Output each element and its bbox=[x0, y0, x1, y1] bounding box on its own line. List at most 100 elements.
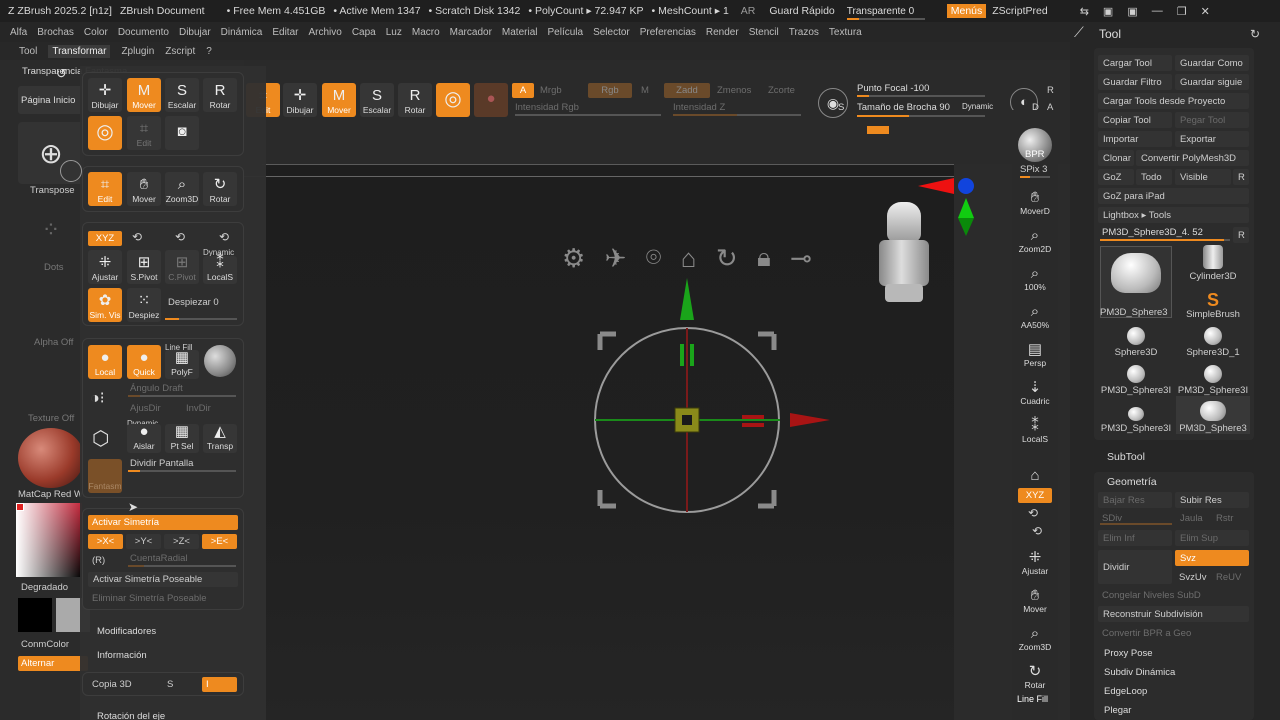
rotate-button[interactable]: R Rotar bbox=[398, 83, 432, 117]
delete-poseable-symmetry-button[interactable]: Eliminar Simetría Poseable bbox=[92, 593, 207, 604]
lock-view-button[interactable]: ⌂ bbox=[1018, 450, 1052, 484]
move-doc-button[interactable]: ✋︎ MoverD bbox=[1018, 182, 1052, 217]
s-pivot-button[interactable]: ⊞ S.Pivot bbox=[127, 250, 161, 284]
tool-panel-title[interactable]: Tool bbox=[1099, 27, 1121, 41]
palette-rotate-button[interactable]: R Rotar bbox=[203, 78, 237, 112]
brush-tool-icon[interactable]: ⟋ bbox=[1074, 24, 1084, 41]
rgb-intensity-label[interactable]: Intensidad Rgb bbox=[515, 102, 579, 113]
tool-r-button[interactable]: R bbox=[1233, 227, 1249, 243]
thumb-pm3d-b[interactable]: PM3D_Sphere3I bbox=[1176, 358, 1250, 396]
convert-bpr-button[interactable]: Convertir BPR a Geo bbox=[1102, 628, 1191, 639]
menu-brochas[interactable]: Brochas bbox=[37, 27, 74, 38]
thumb-cylinder[interactable]: Cylinder3D bbox=[1176, 244, 1250, 282]
x-axis-scale-handle-a[interactable] bbox=[742, 415, 764, 419]
view-adjust-button[interactable]: ⁜ Ajustar bbox=[1018, 542, 1052, 577]
refresh-tool-icon[interactable]: ↻ bbox=[1250, 27, 1260, 41]
tab-tool[interactable]: Tool bbox=[19, 46, 37, 57]
maximize-icon[interactable]: ❐ bbox=[1177, 5, 1187, 18]
menus-button[interactable]: Menús bbox=[946, 4, 987, 18]
focal-shift-slider[interactable] bbox=[857, 95, 985, 97]
copy-3d-input[interactable]: I bbox=[202, 677, 237, 692]
c-pivot-button[interactable]: ⊞ C.Pivot bbox=[165, 250, 199, 284]
smooth-button[interactable]: Svz bbox=[1175, 550, 1249, 566]
menu-capa[interactable]: Capa bbox=[352, 27, 376, 38]
y-axis-scale-handle-b[interactable] bbox=[690, 344, 694, 366]
x-axis-arrow[interactable] bbox=[790, 413, 830, 427]
axis-rotation-section[interactable]: Rotación del eje bbox=[97, 711, 165, 720]
menu-alfa[interactable]: Alfa bbox=[10, 27, 27, 38]
unlink-icon[interactable]: ⊸ bbox=[790, 243, 812, 274]
menu-macro[interactable]: Macro bbox=[412, 27, 440, 38]
line-fill-strip-label[interactable]: Line Fill bbox=[1017, 694, 1048, 704]
switch-color-label[interactable]: ConmColor bbox=[21, 639, 69, 650]
transpose-rotate-button[interactable]: ↻ Rotar bbox=[203, 172, 237, 206]
local-sym-button[interactable]: ⁑ LocalS bbox=[1018, 410, 1052, 445]
x-axis-scale-handle-b[interactable] bbox=[742, 423, 764, 427]
copy-tool-button[interactable]: Copiar Tool bbox=[1098, 112, 1172, 128]
view-zoom3d-button[interactable]: ⌕ Zoom3D bbox=[1018, 618, 1052, 653]
sdiv-slider[interactable] bbox=[1100, 523, 1172, 525]
view-rotate-button[interactable]: ↻ Rotar bbox=[1018, 656, 1052, 691]
gear-icon[interactable]: ⚙ bbox=[562, 243, 585, 274]
symmetry-x-toggle[interactable]: >X< bbox=[88, 534, 123, 549]
save-next-button[interactable]: Guardar siguie bbox=[1175, 74, 1249, 90]
color-picker[interactable] bbox=[16, 503, 82, 577]
thumb-pm3d-c[interactable]: PM3D_Sphere3I bbox=[1099, 396, 1173, 434]
axis-z-icon[interactable]: ⟲ bbox=[219, 230, 229, 244]
copy-3d-label[interactable]: Copia 3D bbox=[92, 679, 132, 690]
transpose-zoom-button[interactable]: ⌕ Zoom3D bbox=[165, 172, 199, 206]
menu-dinamica[interactable]: Dinámica bbox=[221, 27, 263, 38]
transpose-gizmo[interactable] bbox=[580, 270, 840, 520]
z-intensity-slider[interactable] bbox=[673, 114, 801, 116]
divide-button[interactable]: Dividir bbox=[1098, 550, 1172, 584]
menu-marcador[interactable]: Marcador bbox=[450, 27, 492, 38]
thumb-sphere3d-1[interactable]: Sphere3D_1 bbox=[1176, 320, 1250, 358]
adjust-dir-button[interactable]: AjusDir bbox=[130, 403, 161, 414]
goz-visible-button[interactable]: Visible bbox=[1175, 169, 1231, 185]
alternate-button[interactable]: Alternar bbox=[18, 656, 88, 671]
cage-button[interactable]: Jaula bbox=[1180, 513, 1203, 524]
ghost-button[interactable]: Fantasm bbox=[88, 459, 122, 493]
tool-slider[interactable] bbox=[1100, 239, 1230, 241]
palette-snapshot-button[interactable]: ◙ bbox=[165, 116, 199, 150]
gizmo-button[interactable]: ◎ bbox=[436, 83, 470, 117]
zsub-button[interactable]: Zmenos bbox=[717, 85, 751, 96]
actual-size-button[interactable]: ⌕ 100% bbox=[1018, 258, 1052, 293]
split-screen-label[interactable]: Dividir Pantalla bbox=[130, 458, 193, 469]
palette-scale-button[interactable]: S Escalar bbox=[165, 78, 199, 112]
lightbox-tools-button[interactable]: Lightbox ▸ Tools bbox=[1098, 207, 1249, 223]
local-symmetry-button[interactable]: ⁑ LocalS bbox=[203, 255, 237, 284]
grid-floor-sphere-icon[interactable] bbox=[204, 345, 236, 377]
rotate-y-icon[interactable]: ⟲ bbox=[1028, 506, 1038, 520]
quick-button[interactable]: ● Quick bbox=[127, 345, 161, 379]
transparency-slider[interactable]: Transparente 0 bbox=[846, 6, 925, 20]
radial-count-label[interactable]: CuentaRadial bbox=[130, 553, 188, 564]
menu-render[interactable]: Render bbox=[706, 27, 739, 38]
reconstruct-subdiv-button[interactable]: Reconstruir Subdivisión bbox=[1098, 606, 1249, 622]
zcut-button[interactable]: Zcorte bbox=[768, 85, 795, 96]
palette-edit-button[interactable]: ⌗ Edit bbox=[127, 116, 161, 150]
dots-stroke-icon[interactable]: ⁘ bbox=[18, 200, 84, 260]
dynamic-label[interactable]: Dynamic bbox=[962, 102, 993, 111]
import-button[interactable]: Importar bbox=[1098, 131, 1172, 147]
rgb-intensity-slider[interactable] bbox=[515, 114, 661, 116]
material-button[interactable]: ● bbox=[474, 83, 508, 117]
poseable-symmetry-button[interactable]: Activar Simetría Poseable bbox=[88, 572, 238, 587]
thumb-sphere3d[interactable]: Sphere3D bbox=[1099, 320, 1173, 358]
perspective-button[interactable]: ▤ Persp bbox=[1018, 334, 1052, 369]
geometry-title[interactable]: Geometría bbox=[1107, 476, 1157, 488]
tab-zplugin[interactable]: Zplugin bbox=[121, 46, 154, 57]
main-color-swatch[interactable] bbox=[18, 598, 52, 632]
zoom2d-button[interactable]: ⌕ Zoom2D bbox=[1018, 220, 1052, 255]
subtool-section[interactable]: SubTool bbox=[1107, 451, 1145, 463]
window-layout-icon[interactable]: ▣ bbox=[1103, 5, 1113, 18]
view-move-button[interactable]: ✋︎ Mover bbox=[1018, 580, 1052, 615]
paste-tool-button[interactable]: Pegar Tool bbox=[1175, 112, 1249, 128]
clone-button[interactable]: Clonar bbox=[1098, 150, 1134, 166]
arrows-icon[interactable]: ⇆ bbox=[1080, 5, 1089, 18]
explode-slider[interactable] bbox=[165, 318, 237, 320]
pin-icon[interactable]: ✈ bbox=[605, 243, 627, 274]
cube-icon[interactable]: ⬡ bbox=[92, 426, 118, 452]
polyframe-button[interactable]: ▦ PolyF bbox=[165, 350, 199, 379]
window-layout2-icon[interactable]: ▣ bbox=[1127, 5, 1137, 18]
